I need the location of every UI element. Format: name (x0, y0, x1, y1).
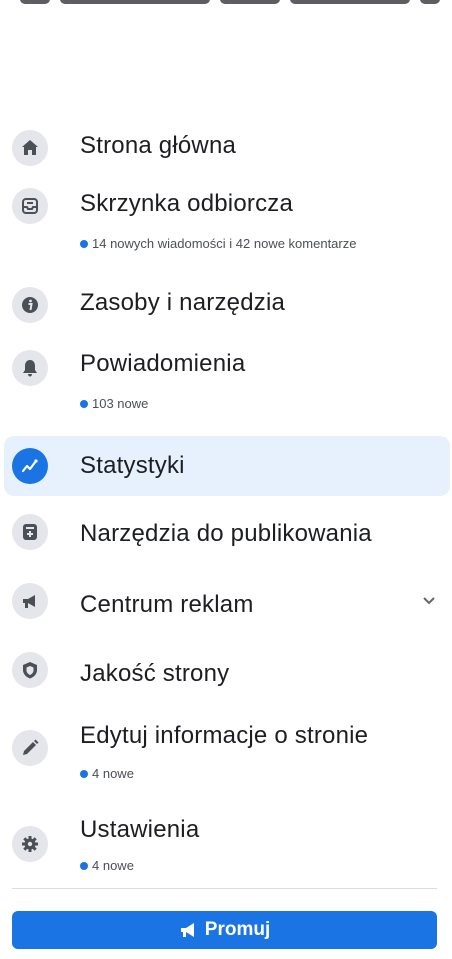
menu-item-sub-text: 4 nowe (92, 858, 134, 873)
menu-item-sub-text: 14 nowych wiadomości i 42 nowe komentarz… (92, 236, 357, 251)
pencil-icon (12, 730, 48, 766)
menu-item-notifications[interactable]: Powiadomienia 103 nowe (0, 344, 452, 420)
home-icon (12, 130, 48, 166)
menu-item-label: Jakość strony (80, 660, 230, 687)
menu-item-label: Statystyki (80, 452, 185, 479)
menu-item-sub-text: 4 nowe (92, 766, 134, 781)
menu-item-label: Powiadomienia (80, 350, 246, 377)
megaphone-icon (180, 923, 194, 937)
insights-icon (12, 448, 48, 484)
menu-item-label: Ustawienia (80, 816, 200, 843)
menu-item-page-quality[interactable]: Jakość strony (0, 650, 452, 694)
menu-item-sublabel: 103 nowe (80, 396, 148, 411)
menu-item-edit-page-info[interactable]: Edytuj informacje o stronie 4 nowe (0, 714, 452, 790)
unread-dot (80, 239, 88, 248)
publishing-tools-icon (12, 514, 48, 550)
menu-item-inbox[interactable]: Skrzynka odbiorcza 14 nowych wiadomości … (0, 184, 452, 260)
menu-item-sub-text: 103 nowe (92, 396, 149, 411)
unread-dot (80, 769, 88, 778)
promote-button[interactable]: Promuj (12, 911, 437, 949)
megaphone-icon (12, 583, 48, 619)
menu-item-ad-center[interactable]: Centrum reklam (0, 583, 452, 627)
menu-item-label: Skrzynka odbiorcza (80, 190, 294, 217)
shield-icon (12, 652, 48, 688)
divider (12, 888, 437, 889)
menu-item-sublabel: 4 nowe (80, 766, 134, 781)
menu-item-resources[interactable]: Zasoby i narzędzia (0, 283, 452, 327)
menu-item-settings[interactable]: Ustawienia 4 nowe (0, 810, 452, 880)
chevron-down-icon[interactable] (422, 593, 436, 611)
unread-dot (80, 861, 88, 870)
promote-button-label: Promuj (204, 919, 271, 940)
menu-item-publishing-tools[interactable]: Narzędzia do publikowania (0, 514, 452, 558)
menu-item-label: Narzędzia do publikowania (80, 520, 372, 547)
menu-item-label: Strona główna (80, 132, 237, 159)
menu-item-sublabel: 14 nowych wiadomości i 42 nowe komentarz… (80, 236, 356, 251)
menu-item-sublabel: 4 nowe (80, 858, 134, 873)
inbox-icon (12, 188, 48, 224)
menu-item-insights[interactable]: Statystyki (4, 436, 450, 496)
menu-item-label: Centrum reklam (80, 591, 254, 618)
gear-icon (12, 826, 48, 862)
menu-item-label: Zasoby i narzędzia (80, 289, 286, 316)
menu-item-label: Edytuj informacje o stronie (80, 722, 369, 749)
info-icon (12, 287, 48, 323)
cropped-header (0, 0, 452, 8)
menu-item-home[interactable]: Strona główna (0, 126, 452, 170)
bell-icon (12, 350, 48, 386)
unread-dot (80, 399, 88, 408)
